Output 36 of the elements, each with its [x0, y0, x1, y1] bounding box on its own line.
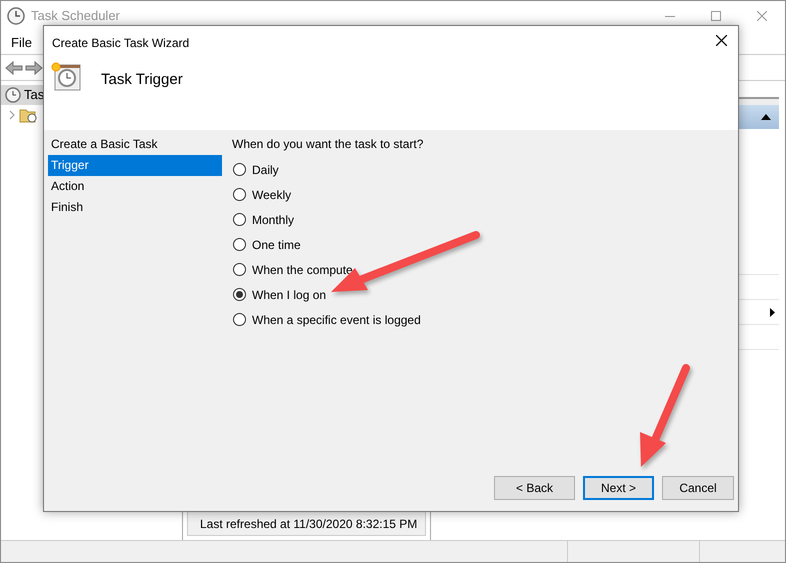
option-label[interactable]: One time	[252, 236, 301, 254]
clock-icon	[5, 87, 21, 103]
folder-clock-icon	[19, 107, 37, 123]
radio-button[interactable]	[233, 313, 246, 326]
option-label[interactable]: Weekly	[252, 186, 292, 204]
wizard-step: Finish	[48, 197, 222, 218]
expand-caret-icon[interactable]	[9, 110, 15, 120]
radio-button[interactable]	[233, 288, 246, 301]
wizard-step: Action	[48, 176, 222, 197]
dialog-button[interactable]: Cancel	[662, 476, 734, 500]
dialog-button[interactable]: < Back	[494, 476, 575, 500]
close-icon[interactable]	[716, 35, 727, 46]
option-label[interactable]: Monthly	[252, 210, 294, 228]
collapse-triangle-icon[interactable]	[761, 114, 771, 120]
option-label[interactable]: When I log on	[252, 286, 326, 304]
wizard-step: Trigger	[48, 155, 222, 176]
radio-button[interactable]	[233, 263, 246, 276]
option-label[interactable]: When a specific event is logged	[252, 310, 421, 328]
clock-icon	[7, 7, 25, 25]
radio-button[interactable]	[233, 238, 246, 251]
dialog-button[interactable]: Next >	[583, 476, 654, 500]
back-arrow-icon[interactable]	[5, 60, 23, 74]
dialog-title: Create Basic Task Wizard	[52, 35, 190, 52]
question-text: When do you want the task to start?	[231, 136, 424, 153]
radio-button[interactable]	[233, 188, 246, 201]
option-label[interactable]: When the compute	[252, 260, 353, 278]
wizard-clock-icon	[50, 61, 82, 91]
submenu-arrow-icon[interactable]	[770, 308, 775, 316]
wizard-heading: Task Trigger	[101, 70, 183, 90]
radio-button[interactable]	[233, 163, 246, 176]
forward-arrow-icon[interactable]	[25, 60, 43, 74]
option-label[interactable]: Daily	[252, 160, 279, 178]
menu-item[interactable]: File	[11, 32, 32, 52]
wizard-step: Create a Basic Task	[48, 134, 222, 155]
radio-button[interactable]	[233, 213, 246, 226]
window-title: Task Scheduler	[31, 7, 120, 26]
